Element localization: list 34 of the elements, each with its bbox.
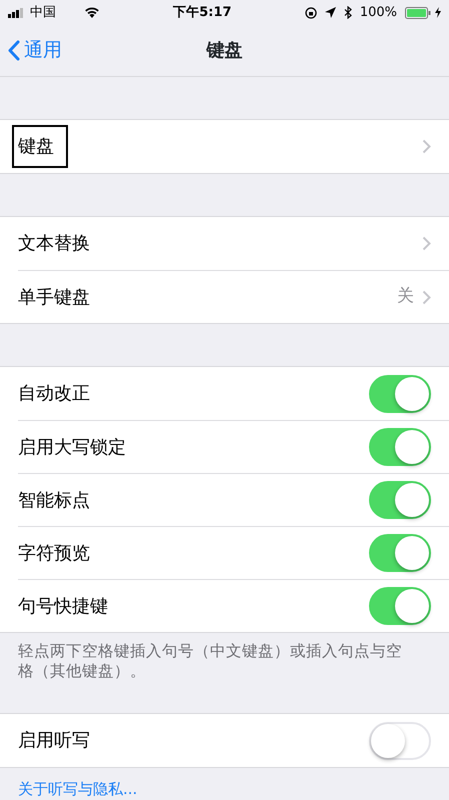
location-icon (324, 7, 336, 18)
back-chevron-icon (8, 40, 20, 61)
wifi-icon (84, 6, 100, 18)
row-label: 智能标点 (18, 488, 90, 512)
toggle-switch[interactable] (369, 587, 431, 625)
settings-row[interactable]: 键盘 (0, 120, 449, 173)
row-value: 关 (397, 285, 414, 308)
row-label: 字符预览 (18, 542, 90, 566)
chevron-icon (422, 290, 431, 304)
charging-icon (434, 7, 441, 18)
toggle-switch[interactable] (369, 534, 431, 572)
row-label: 单手键盘 (18, 286, 90, 310)
settings-row[interactable]: 单手键盘 关 (0, 270, 449, 323)
bluetooth-icon (344, 6, 352, 19)
row-label: 文本替换 (18, 232, 90, 256)
row-label: 键盘 (14, 127, 66, 166)
chevron-icon (422, 139, 431, 154)
page-title: 键盘 (206, 39, 242, 63)
row-label: 启用听写 (18, 729, 90, 753)
row-label: 自动改正 (18, 382, 90, 406)
battery-icon (404, 6, 431, 18)
row-label: 句号快捷键 (18, 594, 108, 618)
toggle-switch[interactable] (369, 481, 431, 519)
carrier-name: 中国 (30, 4, 56, 22)
chevron-icon (422, 236, 431, 251)
battery-percent: 100% (360, 4, 397, 22)
section-footer-text: 轻点两下空格键插入句号（中文键盘）或插入句点与空格（其他键盘）。 (17, 641, 403, 682)
signal-icon (8, 8, 26, 18)
toggle-switch[interactable] (369, 428, 431, 466)
rotation-lock-icon (304, 6, 317, 18)
settings-row[interactable]: 文本替换 (0, 217, 449, 270)
status-time: 下午5:17 (173, 4, 232, 22)
toggle-switch[interactable] (369, 374, 431, 412)
row-label: 启用大写锁定 (18, 436, 126, 460)
